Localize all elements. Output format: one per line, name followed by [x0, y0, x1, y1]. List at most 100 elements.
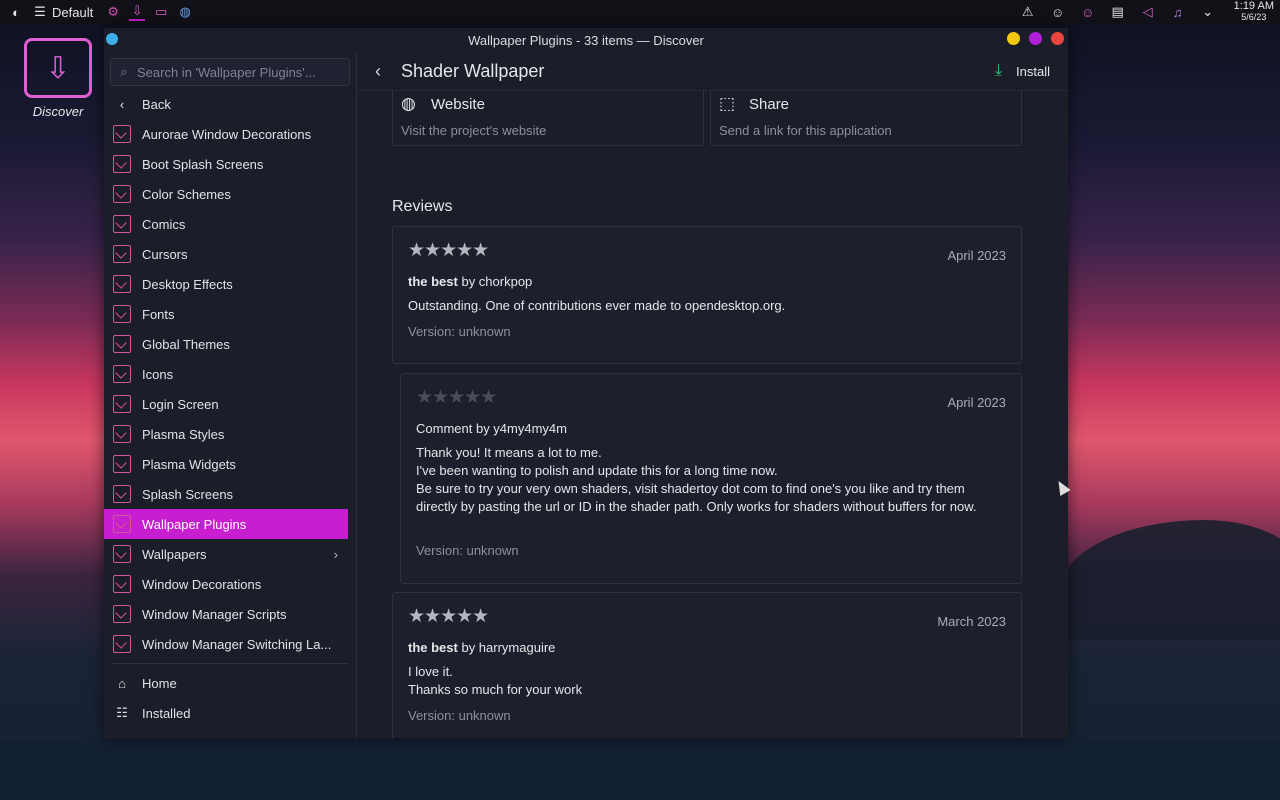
review-version: Version: unknown	[408, 324, 511, 339]
review-body: Thank you! It means a lot to me. I've be…	[416, 444, 1006, 516]
star-rating: ★★★★★	[416, 387, 497, 408]
plugin-category-icon	[112, 154, 132, 174]
share-icon: ⬚	[719, 94, 736, 113]
website-subtitle: Visit the project's website	[401, 123, 547, 138]
sidebar-item-plasma-styles[interactable]: Plasma Styles	[104, 419, 356, 449]
review-line: Outstanding. One of contributions ever m…	[408, 298, 786, 313]
share-card[interactable]: ⬚ Share Send a link for this application	[710, 90, 1022, 146]
activity-menu-icon[interactable]: ☰	[32, 4, 48, 20]
globe-icon: ◍	[401, 94, 416, 113]
plugin-category-icon	[112, 574, 132, 594]
user-icon[interactable]: ☺	[1050, 4, 1066, 20]
sidebar: ⌕ Search in 'Wallpaper Plugins'... ‹ Bac…	[104, 52, 357, 738]
review-body: I love it. Thanks so much for your work	[408, 663, 1006, 699]
review-card: ★★★★★ April 2023 the best by chorkpop Ou…	[392, 226, 1022, 364]
install-button[interactable]: ⤓ Install	[995, 62, 1050, 80]
plugin-category-icon	[112, 544, 132, 564]
sidebar-item-label: Window Manager Switching La...	[142, 636, 332, 652]
clock-time: 1:19 AM	[1233, 0, 1274, 12]
sidebar-item-wallpapers[interactable]: Wallpapers ›	[104, 539, 356, 569]
sidebar-item-label: Color Schemes	[142, 186, 231, 202]
discover-task-icon[interactable]: ⇩	[129, 3, 146, 21]
sidebar-item-label: Fonts	[142, 306, 175, 322]
back-label: Back	[142, 96, 171, 112]
window-menu-icon[interactable]	[106, 33, 118, 45]
minimize-button[interactable]	[1007, 32, 1020, 45]
sidebar-item-cursors[interactable]: Cursors	[104, 239, 356, 269]
plugin-category-icon	[112, 244, 132, 264]
music-icon[interactable]: ♫	[1170, 4, 1186, 20]
sidebar-item-plasma-widgets[interactable]: Plasma Widgets	[104, 449, 356, 479]
sidebar-item-label: Plasma Styles	[142, 426, 225, 442]
sidebar-item-window-manager-scripts[interactable]: Window Manager Scripts	[104, 599, 356, 629]
search-input[interactable]: ⌕ Search in 'Wallpaper Plugins'...	[110, 58, 350, 86]
review-summary: the best	[408, 274, 458, 289]
website-card[interactable]: ◍ Website Visit the project's website	[392, 90, 704, 146]
review-version: Version: unknown	[416, 543, 519, 558]
sidebar-item-fonts[interactable]: Fonts	[104, 299, 356, 329]
sidebar-item-window-manager-switching-la[interactable]: Window Manager Switching La...	[104, 629, 356, 659]
volume-muted-icon[interactable]: ◁	[1140, 4, 1156, 20]
sidebar-item-label: Comics	[142, 216, 186, 232]
wallpaper-ground	[0, 740, 1280, 800]
sidebar-item-home[interactable]: ⌂ Home	[104, 668, 356, 698]
close-button[interactable]	[1051, 32, 1064, 45]
plugin-category-icon	[112, 424, 132, 444]
sidebar-item-label: Wallpaper Plugins	[142, 516, 247, 532]
chevron-down-icon[interactable]: ⌄	[1200, 4, 1216, 20]
review-card: ★★★★★ April 2023 Comment by y4my4my4m Th…	[400, 373, 1022, 584]
share-subtitle: Send a link for this application	[719, 123, 892, 138]
home-icon: ⌂	[118, 675, 126, 691]
app-launcher-icon[interactable]: ◐	[8, 4, 24, 20]
sidebar-item-icons[interactable]: Icons	[104, 359, 356, 389]
star-rating: ★★★★★	[408, 240, 489, 261]
review-line: Thanks so much for your work	[408, 682, 583, 697]
sidebar-item-comics[interactable]: Comics	[104, 209, 356, 239]
top-panel: ◐ ☰ Default ⚙ ⇩ ▭ ◍ ⚠ ☺ ☺ ▤ ◁ ♫ ⌄ 1:19 A…	[0, 0, 1280, 24]
review-card: ★★★★★ March 2023 the best by harrymaguir…	[392, 592, 1022, 738]
sidebar-item-label: Cursors	[142, 246, 188, 262]
plugin-category-icon	[112, 124, 132, 144]
sidebar-item-label: Wallpapers	[142, 546, 207, 562]
install-label: Install	[1016, 63, 1050, 79]
sidebar-item-splash-screens[interactable]: Splash Screens	[104, 479, 356, 509]
sidebar-item-label: Icons	[142, 366, 174, 382]
header-back-icon[interactable]: ‹	[363, 61, 393, 82]
activity-label[interactable]: Default	[52, 5, 93, 20]
review-version: Version: unknown	[408, 708, 511, 723]
sidebar-item-installed[interactable]: ☷ Installed	[104, 698, 356, 728]
review-body: Outstanding. One of contributions ever m…	[408, 297, 1006, 315]
wallpaper-mountain	[1060, 520, 1280, 640]
window-titlebar[interactable]: Wallpaper Plugins - 33 items — Discover	[104, 28, 1068, 52]
link-cards: ◍ Website Visit the project's website ⬚ …	[392, 90, 1022, 146]
review-header: Comment by y4my4my4m	[416, 421, 567, 436]
sidebar-item-login-screen[interactable]: Login Screen	[104, 389, 356, 419]
sidebar-item-window-decorations[interactable]: Window Decorations	[104, 569, 356, 599]
sidebar-item-desktop-effects[interactable]: Desktop Effects	[104, 269, 356, 299]
folder-icon[interactable]: ▭	[153, 4, 169, 20]
sidebar-item-global-themes[interactable]: Global Themes	[104, 329, 356, 359]
plugin-category-icon	[112, 604, 132, 624]
review-header: the best by harrymaguire	[408, 640, 555, 655]
page-header: ‹ Shader Wallpaper ⤓ Install	[357, 52, 1068, 91]
browser-globe-icon[interactable]: ◍	[177, 4, 193, 20]
sidebar-item-wallpaper-plugins[interactable]: Wallpaper Plugins	[104, 509, 348, 539]
plugin-category-icon	[112, 304, 132, 324]
sidebar-item-aurorae-window-decorations[interactable]: Aurorae Window Decorations	[104, 119, 356, 149]
back-button[interactable]: ‹ Back	[104, 89, 356, 119]
sidebar-item-label: Installed	[142, 705, 191, 721]
sidebar-item-label: Home	[142, 675, 177, 691]
settings-gear-icon[interactable]: ⚙	[105, 4, 121, 20]
clipboard-icon[interactable]: ▤	[1110, 4, 1126, 20]
plugin-category-icon	[112, 394, 132, 414]
plugin-category-icon	[112, 184, 132, 204]
notification-icon[interactable]: ⚠	[1020, 4, 1036, 20]
chevron-right-icon: ›	[333, 546, 338, 562]
clock[interactable]: 1:19 AM 5/6/23	[1234, 1, 1274, 23]
review-author: Comment by y4my4my4m	[416, 421, 567, 436]
maximize-button[interactable]	[1029, 32, 1042, 45]
sidebar-item-color-schemes[interactable]: Color Schemes	[104, 179, 356, 209]
desktop-discover-shortcut[interactable]: ⇩ Discover	[22, 38, 94, 119]
sidebar-item-boot-splash-screens[interactable]: Boot Splash Screens	[104, 149, 356, 179]
user-switch-icon[interactable]: ☺	[1080, 4, 1096, 20]
